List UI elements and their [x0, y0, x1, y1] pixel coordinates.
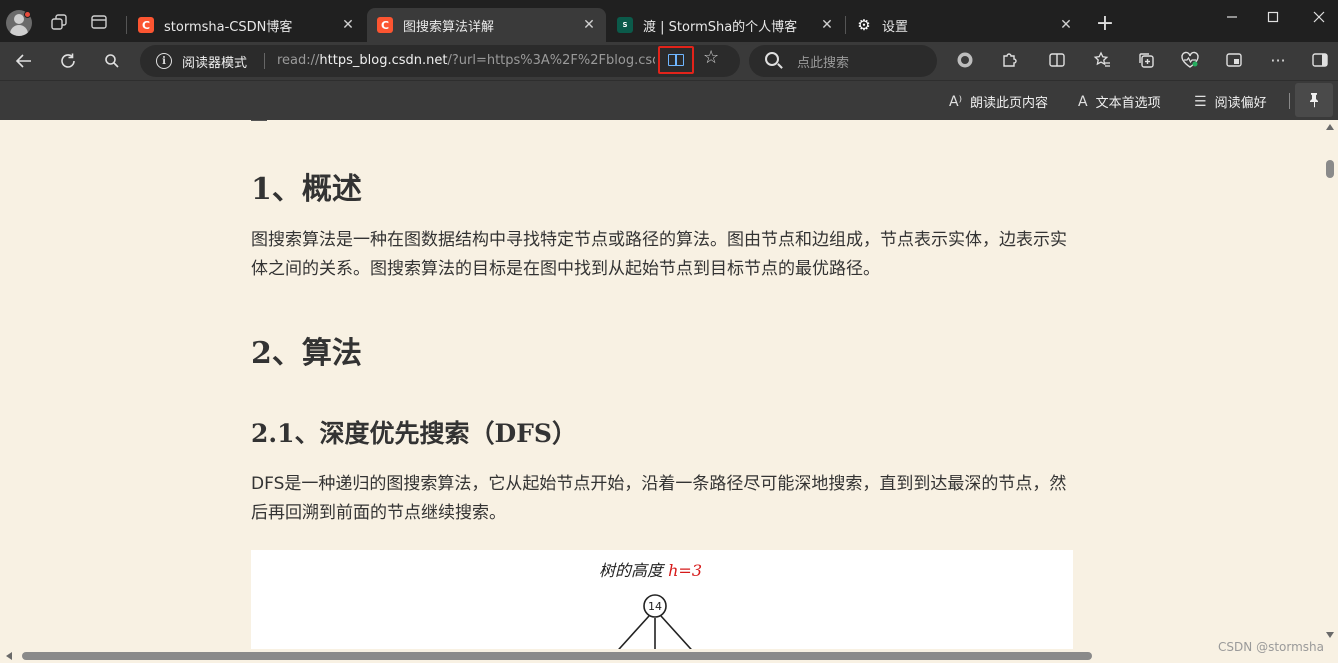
close-tab-icon[interactable]: ✕ [339, 16, 357, 34]
url-text[interactable]: read://https_blog.csdn.net/?url=https%3A… [277, 53, 655, 68]
paragraph-overview: 图搜索算法是一种在图数据结构中寻找特定节点或路径的算法。图由节点和边组成，节点表… [251, 230, 1067, 279]
scroll-down-arrow[interactable] [1326, 632, 1334, 638]
tab-separator [126, 16, 127, 34]
tab-csdn-blog[interactable]: C stormsha-CSDN博客 ✕ [128, 8, 365, 42]
csdn-logo-icon: C [377, 17, 393, 33]
reader-content: 1、概述 图搜索算法是一种在图数据结构中寻找特定节点或路径的算法。图由节点和边组… [0, 120, 1323, 663]
url-host: https_blog.csdn.net [319, 53, 448, 68]
immersive-reader-button[interactable] [658, 46, 694, 74]
address-separator [264, 53, 265, 69]
book-icon [668, 54, 684, 66]
site-info-icon[interactable]: i [156, 53, 172, 69]
heading-overview: 1、概述 [251, 172, 362, 207]
figure-caption-eq: =3 [678, 561, 703, 580]
figure-caption-text: 树的高度 [599, 561, 664, 580]
close-tab-icon[interactable]: ✕ [1057, 16, 1075, 34]
csdn-logo-icon: C [138, 17, 154, 33]
close-window-button[interactable] [1296, 4, 1338, 30]
pin-icon [1310, 93, 1318, 108]
back-button[interactable] [10, 47, 38, 75]
tab-title: 渡 | StormSha的个人博客 [643, 19, 798, 35]
text-preferences-label: 文本首选项 [1095, 96, 1161, 111]
tab-graph-search[interactable]: C 图搜索算法详解 ✕ [367, 8, 606, 42]
pin-toolbar-button[interactable] [1295, 83, 1333, 117]
tab-title: stormsha-CSDN博客 [164, 19, 293, 35]
horizontal-scrollbar[interactable] [0, 649, 1323, 663]
url-rest: /?url=https%3A%2F%2Fblog.csd... [447, 53, 655, 68]
refresh-button[interactable] [54, 47, 82, 75]
read-aloud-button[interactable]: A⁾ 朗读此页内容 [949, 92, 1049, 112]
scroll-left-arrow[interactable] [6, 652, 12, 660]
horizontal-scroll-thumb[interactable] [22, 652, 1092, 660]
reading-preferences-icon: ☰ [1194, 93, 1207, 110]
paragraph-dfs: DFS是一种递归的图搜索算法，它从起始节点开始，沿着一条路径尽可能深地搜索，直到… [251, 474, 1067, 523]
search-icon[interactable] [98, 47, 126, 75]
close-tab-icon[interactable]: ✕ [580, 16, 598, 34]
split-screen-icon[interactable] [1043, 47, 1071, 73]
browser-essentials-icon[interactable] [1176, 47, 1204, 73]
search-placeholder: 点此搜索 [797, 56, 850, 71]
root-node-label: 14 [648, 600, 662, 613]
text-preferences-icon: A [1078, 93, 1088, 110]
tab-actions-icon[interactable] [86, 9, 112, 35]
favorites-icon[interactable] [1088, 47, 1116, 73]
notification-dot [24, 11, 31, 18]
extensions-icon[interactable] [995, 47, 1023, 73]
heading-algorithms: 2、算法 [251, 336, 362, 371]
maximize-button[interactable] [1250, 4, 1296, 30]
search-icon [765, 52, 779, 66]
tab-settings[interactable]: ⚙ 设置 ✕ [846, 8, 1083, 42]
figure-caption-var: h [668, 561, 679, 580]
csdn-watermark: CSDN @stormsha [1218, 640, 1324, 654]
search-box[interactable]: 点此搜索 [749, 45, 937, 77]
record-icon[interactable] [951, 47, 979, 73]
tab-bar: C stormsha-CSDN博客 ✕ C 图搜索算法详解 ✕ S 渡 | St… [0, 0, 1338, 42]
tab-title: 设置 [882, 19, 909, 35]
close-tab-icon[interactable]: ✕ [818, 16, 836, 34]
vertical-scrollbar[interactable] [1323, 120, 1338, 663]
tab-title: 图搜索算法详解 [403, 19, 495, 35]
text-preferences-button[interactable]: A 文本首选项 [1078, 92, 1161, 112]
scroll-up-arrow[interactable] [1326, 124, 1334, 130]
workspaces-icon[interactable] [46, 9, 72, 35]
minimize-button[interactable] [1209, 4, 1255, 30]
blog-logo-icon: S [617, 17, 633, 33]
new-tab-button[interactable]: + [1093, 11, 1117, 36]
heading-dfs: 2.1、深度优先搜索（DFS） [251, 419, 577, 448]
read-aloud-icon: A⁾ [949, 93, 963, 110]
reading-preferences-label: 阅读偏好 [1214, 96, 1267, 111]
gear-icon: ⚙ [857, 16, 871, 34]
reader-toolbar: A⁾ 朗读此页内容 A 文本首选项 ☰ 阅读偏好 [0, 80, 1338, 120]
url-prefix: read:// [277, 53, 320, 68]
read-aloud-label: 朗读此页内容 [970, 96, 1049, 111]
favorite-star-icon[interactable]: ☆ [703, 47, 719, 68]
address-bar[interactable]: i 阅读器模式 read://https_blog.csdn.net/?url=… [140, 45, 740, 77]
screenshot-icon[interactable] [1220, 47, 1248, 73]
tree-height-figure: 树的高度 h=3 14 [251, 550, 1073, 663]
reading-preferences-button[interactable]: ☰ 阅读偏好 [1194, 92, 1267, 112]
more-menu-icon[interactable]: ··· [1264, 47, 1292, 73]
content-divider [251, 120, 267, 121]
sidebar-toggle-icon[interactable] [1306, 47, 1334, 73]
figure-caption: 树的高度 h=3 [599, 557, 702, 581]
toolbar-separator [1289, 93, 1290, 109]
collections-icon[interactable] [1132, 47, 1160, 73]
reader-mode-label: 阅读器模式 [182, 56, 248, 71]
vertical-scroll-thumb[interactable] [1326, 160, 1334, 178]
tab-personal-blog[interactable]: S 渡 | StormSha的个人博客 ✕ [607, 8, 844, 42]
